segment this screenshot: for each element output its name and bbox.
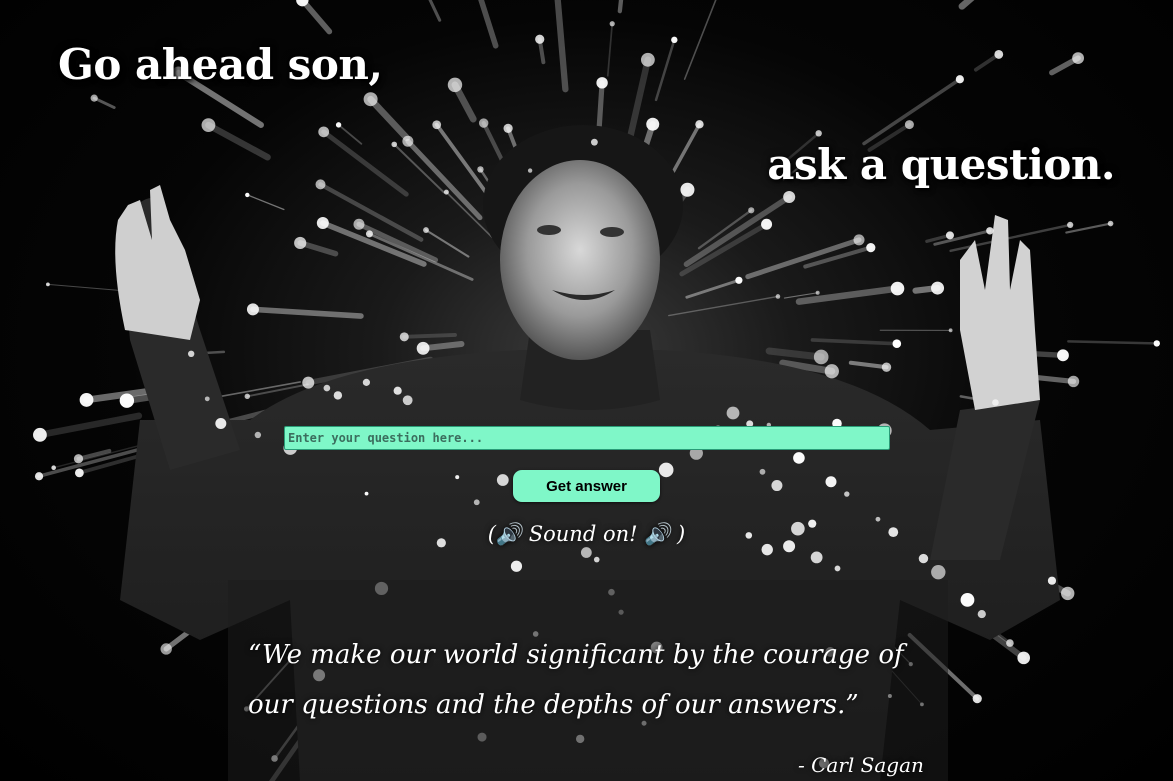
page: Go ahead son, ask a question. Get answer… (0, 0, 1173, 781)
question-input[interactable] (284, 426, 890, 450)
quote-author: - Carl Sagan (798, 753, 924, 777)
headline-part-one: Go ahead son, (58, 40, 383, 89)
get-answer-button[interactable]: Get answer (513, 470, 660, 502)
quote-text: “We make our world significant by the co… (248, 640, 904, 720)
headline-part-two: ask a question. (767, 140, 1115, 189)
sound-on-notice: (🔊 Sound on! 🔊 ) (487, 522, 686, 546)
